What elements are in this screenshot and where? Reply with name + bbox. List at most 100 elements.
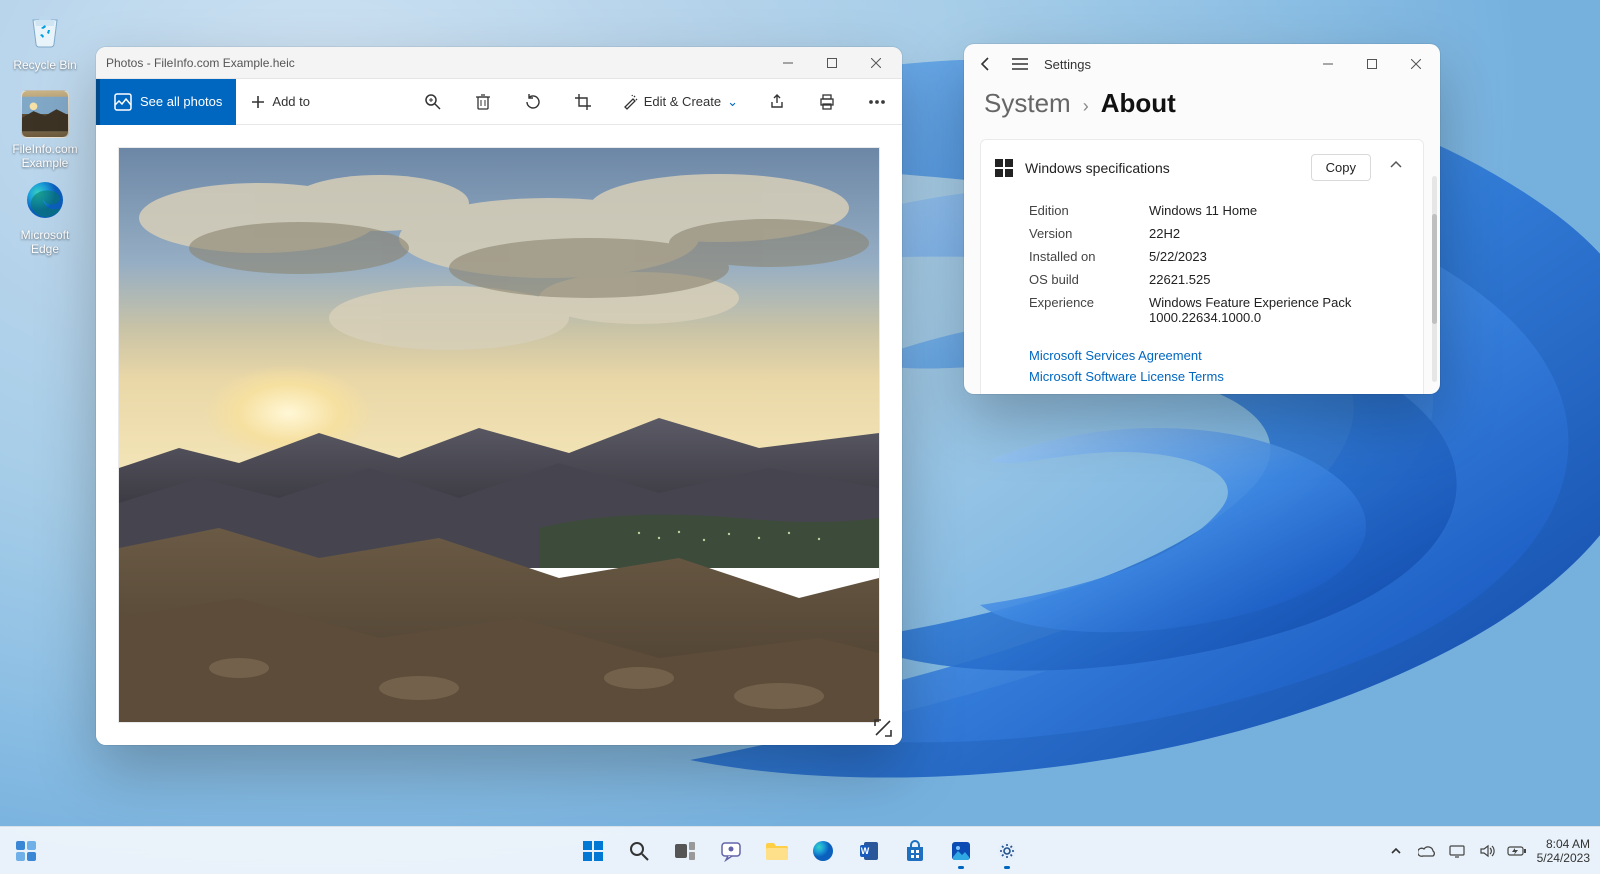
- minimize-button[interactable]: [1306, 49, 1350, 79]
- edit-create-button[interactable]: Edit & Create ⌄: [608, 79, 752, 125]
- recycle-bin-icon: [21, 6, 69, 54]
- scrollbar-thumb[interactable]: [1432, 214, 1437, 324]
- chevron-right-icon: ›: [1083, 96, 1089, 117]
- file-explorer-button[interactable]: [757, 831, 797, 871]
- hamburger-button[interactable]: [1010, 54, 1030, 74]
- photo-content: [119, 148, 879, 722]
- photo-viewport[interactable]: [118, 147, 880, 723]
- windows-logo-icon: [995, 159, 1013, 177]
- word-button[interactable]: W: [849, 831, 889, 871]
- start-button[interactable]: [573, 831, 613, 871]
- chevron-up-icon: [1389, 158, 1403, 172]
- settings-app-title: Settings: [1044, 57, 1091, 72]
- desktop-icon-label: Recycle Bin: [6, 58, 84, 72]
- share-button[interactable]: [752, 79, 802, 125]
- crop-button[interactable]: [558, 79, 608, 125]
- word-icon: W: [858, 840, 880, 862]
- rotate-icon: [524, 93, 542, 111]
- speaker-icon: [1479, 844, 1495, 858]
- tray-onedrive[interactable]: [1417, 831, 1437, 871]
- wifi-icon: [1449, 844, 1465, 858]
- chevron-up-icon: [1390, 845, 1402, 857]
- chat-button[interactable]: [711, 831, 751, 871]
- link-license-terms[interactable]: Microsoft Software License Terms: [1029, 366, 1405, 387]
- widgets-button[interactable]: [6, 831, 46, 871]
- rotate-button[interactable]: [508, 79, 558, 125]
- close-button[interactable]: [854, 48, 898, 78]
- maximize-button[interactable]: [1350, 49, 1394, 79]
- delete-icon: [475, 93, 491, 111]
- breadcrumb-system[interactable]: System: [984, 88, 1071, 119]
- spec-table: EditionWindows 11 Home Version22H2 Insta…: [981, 195, 1423, 341]
- desktop-icon-edge[interactable]: Microsoft Edge: [6, 176, 84, 256]
- settings-window: Settings System › About Windows specific…: [964, 44, 1440, 394]
- desktop-icon-recycle-bin[interactable]: Recycle Bin: [6, 6, 84, 72]
- breadcrumb-about: About: [1101, 88, 1176, 119]
- search-button[interactable]: [619, 831, 659, 871]
- desktop-icon-label: Microsoft Edge: [6, 228, 84, 256]
- photos-window: Photos - FileInfo.com Example.heic See a…: [96, 47, 902, 745]
- card-heading: Windows specifications: [1025, 160, 1299, 176]
- fullscreen-button[interactable]: [872, 717, 894, 739]
- gear-icon: [996, 840, 1018, 862]
- see-all-photos-label: See all photos: [140, 94, 222, 109]
- edge-icon: [21, 176, 69, 224]
- photos-body: [96, 125, 902, 745]
- magic-wand-icon: [622, 94, 638, 110]
- spec-row-version: Version22H2: [1029, 222, 1405, 245]
- print-button[interactable]: [802, 79, 852, 125]
- spec-links: Microsoft Services Agreement Microsoft S…: [981, 341, 1423, 394]
- desktop-icon-label: FileInfo.com Example: [6, 142, 84, 170]
- photo-thumbnail-icon: [21, 90, 69, 138]
- tray-network[interactable]: [1447, 831, 1467, 871]
- photos-taskbar-button[interactable]: [941, 831, 981, 871]
- tray-battery[interactable]: [1507, 831, 1527, 871]
- photos-toolbar: See all photos Add to Edit & Create ⌄: [96, 79, 902, 125]
- photos-titlebar[interactable]: Photos - FileInfo.com Example.heic: [96, 47, 902, 79]
- task-view-button[interactable]: [665, 831, 705, 871]
- close-button[interactable]: [1394, 49, 1438, 79]
- edge-taskbar-button[interactable]: [803, 831, 843, 871]
- zoom-button[interactable]: [408, 79, 458, 125]
- plus-icon: [250, 94, 266, 110]
- folder-icon: [765, 841, 789, 861]
- see-all-photos-button[interactable]: See all photos: [96, 79, 236, 125]
- settings-titlebar[interactable]: Settings: [964, 44, 1440, 84]
- cloud-icon: [1418, 845, 1436, 857]
- clock-time: 8:04 AM: [1537, 837, 1590, 851]
- taskbar-clock[interactable]: 8:04 AM 5/24/2023: [1537, 837, 1590, 865]
- copy-button[interactable]: Copy: [1311, 154, 1371, 181]
- clock-date: 5/24/2023: [1537, 851, 1590, 865]
- tray-overflow-button[interactable]: [1385, 831, 1407, 871]
- windows-start-icon: [581, 839, 605, 863]
- collapse-button[interactable]: [1383, 158, 1409, 177]
- desktop[interactable]: Recycle Bin FileInfo.com Example Microso…: [0, 0, 1600, 874]
- desktop-icon-file-example[interactable]: FileInfo.com Example: [6, 90, 84, 170]
- chevron-down-icon: ⌄: [727, 94, 738, 110]
- copy-label: Copy: [1326, 160, 1356, 175]
- more-icon: [868, 99, 886, 105]
- photos-app-icon: [950, 840, 972, 862]
- spec-row-experience: ExperienceWindows Feature Experience Pac…: [1029, 291, 1405, 329]
- expand-icon: [872, 717, 894, 739]
- share-icon: [768, 93, 786, 111]
- tray-volume[interactable]: [1477, 831, 1497, 871]
- maximize-button[interactable]: [810, 48, 854, 78]
- link-services-agreement[interactable]: Microsoft Services Agreement: [1029, 345, 1405, 366]
- settings-taskbar-button[interactable]: [987, 831, 1027, 871]
- minimize-button[interactable]: [766, 48, 810, 78]
- add-to-button[interactable]: Add to: [236, 79, 324, 125]
- spec-row-edition: EditionWindows 11 Home: [1029, 199, 1405, 222]
- breadcrumb: System › About: [964, 84, 1440, 129]
- settings-scrollbar[interactable]: [1432, 176, 1437, 382]
- chat-icon: [720, 840, 742, 862]
- store-button[interactable]: [895, 831, 935, 871]
- svg-text:W: W: [861, 846, 870, 856]
- delete-button[interactable]: [458, 79, 508, 125]
- store-icon: [904, 840, 926, 862]
- windows-specifications-card: Windows specifications Copy EditionWindo…: [980, 139, 1424, 394]
- search-icon: [628, 840, 650, 862]
- more-button[interactable]: [852, 79, 902, 125]
- back-button[interactable]: [976, 54, 996, 74]
- spec-row-installed: Installed on5/22/2023: [1029, 245, 1405, 268]
